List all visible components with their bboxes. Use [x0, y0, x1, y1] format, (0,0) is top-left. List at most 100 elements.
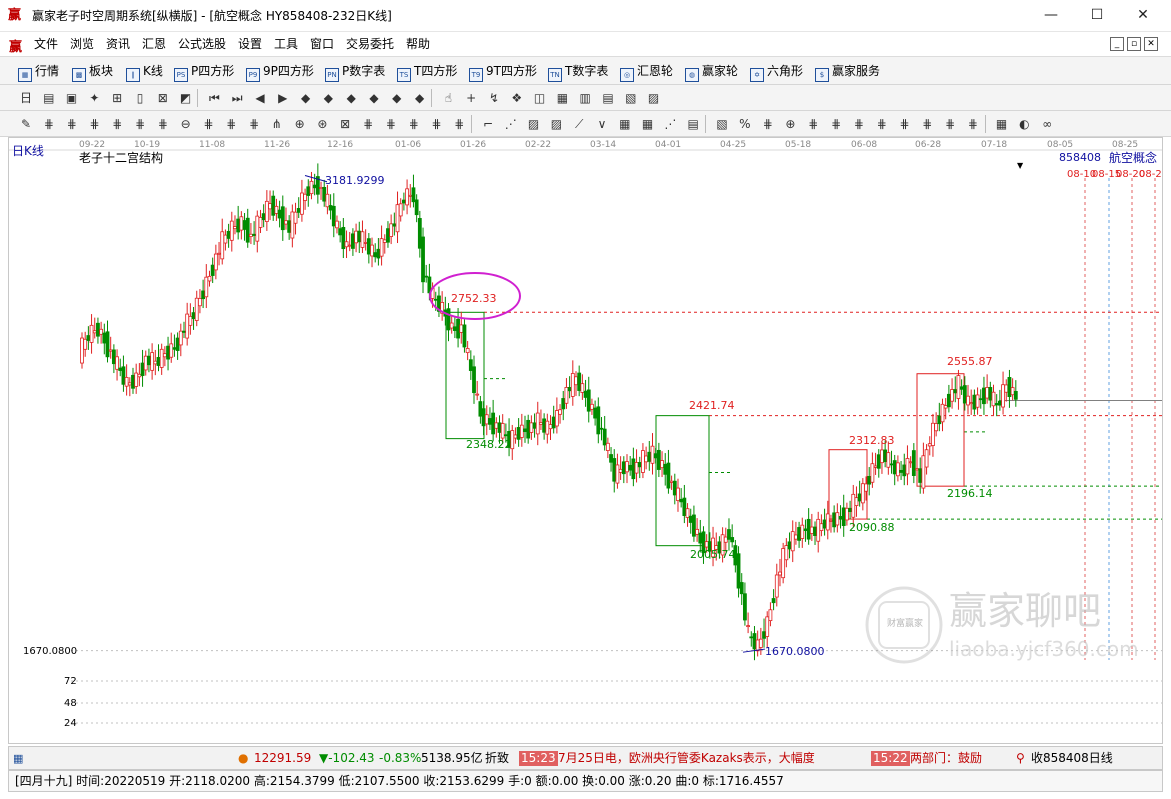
toolbar2-tool-icon[interactable]: ◫ [532, 90, 548, 106]
quotes-button[interactable]: ▦ 行情 [18, 63, 59, 82]
toolbar3-tool-icon[interactable]: ⟋ [571, 116, 587, 132]
toolbar2-tool-icon[interactable]: + [463, 90, 479, 106]
mdi-close-button[interactable]: ✕ [1144, 37, 1158, 51]
menu-info[interactable]: 资讯 [106, 37, 130, 52]
toolbar3-tool-icon[interactable]: ⋕ [155, 116, 171, 132]
toolbar3-tool-icon[interactable]: ⋕ [223, 116, 239, 132]
toolbar3-tool-icon[interactable]: ⋕ [406, 116, 422, 132]
toolbar2-tool-icon[interactable]: ▥ [577, 90, 593, 106]
toolbar2-tool-icon[interactable]: ▤ [600, 90, 616, 106]
toolbar2-tool-icon[interactable]: ▶ [275, 90, 291, 106]
toolbar3-tool-icon[interactable]: ∞ [1039, 116, 1055, 132]
toolbar3-tool-icon[interactable]: ⋕ [109, 116, 125, 132]
toolbar2-tool-icon[interactable]: 日 [18, 90, 34, 106]
p-square-button[interactable]: PS P四方形 [174, 63, 234, 82]
hexagon-button[interactable]: ✡ 六角形 [750, 63, 803, 82]
maximize-button[interactable]: ☐ [1074, 0, 1120, 31]
toolbar3-tool-icon[interactable]: ⋕ [874, 116, 890, 132]
toolbar2-tool-icon[interactable]: ⊞ [109, 90, 125, 106]
toolbar3-tool-icon[interactable]: ⋕ [360, 116, 376, 132]
toolbar3-tool-icon[interactable]: ⌐ [480, 116, 496, 132]
menu-file[interactable]: 文件 [34, 37, 58, 52]
toolbar2-tool-icon[interactable]: ◆ [389, 90, 405, 106]
news-headline[interactable]: 7月25日电，欧洲央行管委Kazaks表示，大幅度 [558, 751, 815, 766]
menu-huien[interactable]: 汇恩 [142, 37, 166, 52]
kline-chart[interactable]: 09-22 10-19 11-08 11-26 12-16 01-06 01-2… [8, 137, 1163, 744]
toolbar3-tool-icon[interactable]: ⋕ [200, 116, 216, 132]
toolbar2-tool-icon[interactable]: ▧ [623, 90, 639, 106]
toolbar3-tool-icon[interactable]: ⋕ [132, 116, 148, 132]
toolbar3-tool-icon[interactable]: ✎ [18, 116, 34, 132]
toolbar3-tool-icon[interactable]: ⋕ [760, 116, 776, 132]
toolbar3-tool-icon[interactable]: ⋕ [246, 116, 262, 132]
toolbar3-tool-icon[interactable]: ⋔ [269, 116, 285, 132]
app-menu-icon[interactable]: 赢 [9, 36, 22, 55]
dropdown-arrow-icon[interactable]: ▼ [1017, 160, 1023, 172]
menu-help[interactable]: 帮助 [406, 37, 430, 52]
news-headline[interactable]: 两部门：鼓励 [910, 751, 982, 766]
toolbar2-tool-icon[interactable]: ◆ [343, 90, 359, 106]
toolbar2-tool-icon[interactable]: ✦ [86, 90, 102, 106]
close-button[interactable]: ✕ [1120, 0, 1166, 31]
toolbar3-tool-icon[interactable]: ⋕ [919, 116, 935, 132]
toolbar3-tool-icon[interactable]: ◐ [1016, 116, 1032, 132]
toolbar3-tool-icon[interactable]: ▤ [685, 116, 701, 132]
toolbar2-tool-icon[interactable]: ↯ [486, 90, 502, 106]
menu-settings[interactable]: 设置 [238, 37, 262, 52]
toolbar2-tool-icon[interactable]: ◆ [412, 90, 428, 106]
9t-square-button[interactable]: T9 9T四方形 [469, 63, 537, 82]
menu-window[interactable]: 窗口 [310, 37, 334, 52]
toolbar3-tool-icon[interactable]: ▦ [994, 116, 1010, 132]
toolbar2-tool-icon[interactable]: ◆ [320, 90, 336, 106]
toolbar3-tool-icon[interactable]: ⋕ [851, 116, 867, 132]
toolbar3-tool-icon[interactable]: ⋕ [383, 116, 399, 132]
toolbar3-tool-icon[interactable]: ⋕ [86, 116, 102, 132]
toolbar2-tool-icon[interactable]: ◩ [178, 90, 194, 106]
sectors-button[interactable]: ▩ 板块 [72, 63, 113, 82]
toolbar3-tool-icon[interactable]: ⋕ [64, 116, 80, 132]
toolbar3-tool-icon[interactable]: % [737, 116, 753, 132]
toolbar2-tool-icon[interactable]: ☝ [440, 90, 456, 106]
toolbar2-tool-icon[interactable]: ◀ [252, 90, 268, 106]
toolbar3-tool-icon[interactable]: ⋕ [828, 116, 844, 132]
huien-wheel-button[interactable]: ◎ 汇恩轮 [620, 63, 673, 82]
toolbar3-tool-icon[interactable]: ⋕ [942, 116, 958, 132]
toolbar3-tool-icon[interactable]: ⋕ [965, 116, 981, 132]
toolbar2-tool-icon[interactable]: ▤ [41, 90, 57, 106]
toolbar3-tool-icon[interactable]: ⋕ [896, 116, 912, 132]
period-label[interactable]: 日K线 [12, 145, 44, 157]
mdi-restore-button[interactable]: ▫ [1127, 37, 1141, 51]
toolbar3-tool-icon[interactable]: ▨ [548, 116, 564, 132]
toolbar3-tool-icon[interactable]: ▧ [714, 116, 730, 132]
mdi-minimize-button[interactable]: _ [1110, 37, 1124, 51]
toolbar2-tool-icon[interactable]: ◆ [366, 90, 382, 106]
toolbar3-tool-icon[interactable]: ⊖ [178, 116, 194, 132]
menu-tools[interactable]: 工具 [274, 37, 298, 52]
winner-service-button[interactable]: $ 赢家服务 [815, 63, 880, 82]
toolbar2-tool-icon[interactable]: ▯ [132, 90, 148, 106]
toolbar3-tool-icon[interactable]: ▨ [526, 116, 542, 132]
toolbar3-tool-icon[interactable]: ⊠ [337, 116, 353, 132]
menu-trade[interactable]: 交易委托 [346, 37, 394, 52]
toolbar3-tool-icon[interactable]: ▦ [640, 116, 656, 132]
toolbar3-tool-icon[interactable]: ⊛ [314, 116, 330, 132]
t-number-table-button[interactable]: TN T数字表 [548, 63, 608, 82]
toolbar3-tool-icon[interactable]: ⋰ [503, 116, 519, 132]
toolbar3-tool-icon[interactable]: ▦ [617, 116, 633, 132]
ticker-alarm-icon[interactable]: ⚲ [1016, 751, 1025, 766]
toolbar2-tool-icon[interactable]: ❖ [509, 90, 525, 106]
toolbar2-tool-icon[interactable]: ⊠ [155, 90, 171, 106]
p-number-table-button[interactable]: PN P数字表 [325, 63, 385, 82]
menu-browse[interactable]: 浏览 [70, 37, 94, 52]
toolbar3-tool-icon[interactable]: ⋕ [428, 116, 444, 132]
winner-wheel-button[interactable]: ◍ 赢家轮 [685, 63, 738, 82]
toolbar2-tool-icon[interactable]: ⏭ [229, 90, 245, 106]
9p-square-button[interactable]: P9 9P四方形 [246, 63, 314, 82]
minimize-button[interactable]: — [1028, 0, 1074, 31]
menu-formula-select[interactable]: 公式选股 [178, 37, 226, 52]
toolbar2-tool-icon[interactable]: ⏮ [206, 90, 222, 106]
toolbar3-tool-icon[interactable]: ∨ [594, 116, 610, 132]
kline-button[interactable]: ∥ K线 [126, 63, 163, 82]
toolbar3-tool-icon[interactable]: ⋰ [662, 116, 678, 132]
toolbar3-tool-icon[interactable]: ⋕ [805, 116, 821, 132]
